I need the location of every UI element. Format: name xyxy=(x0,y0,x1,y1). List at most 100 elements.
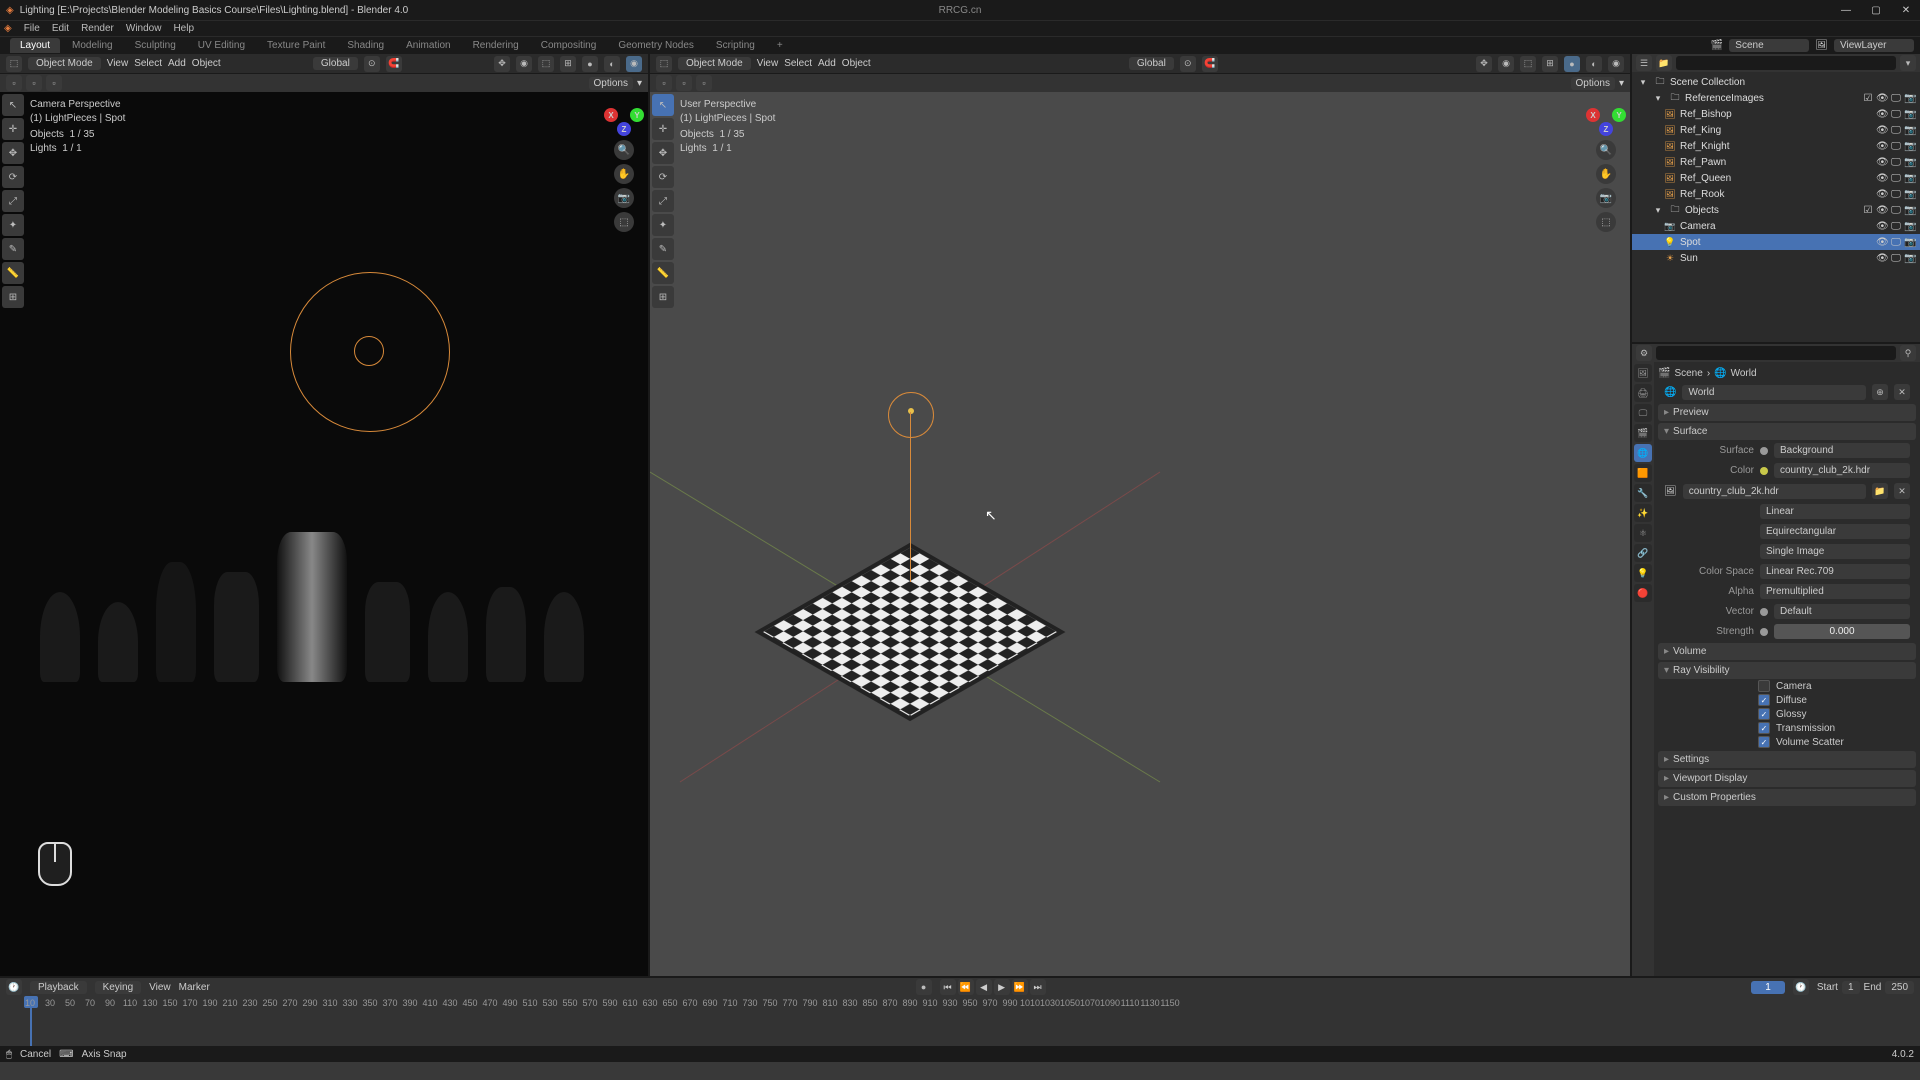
interpolation-select[interactable]: Linear xyxy=(1760,504,1910,519)
nav-gizmo[interactable]: X Y Z xyxy=(604,96,644,136)
menu-help[interactable]: Help xyxy=(173,23,194,34)
persp-icon[interactable]: ⬚ xyxy=(1596,212,1616,232)
new-icon[interactable]: ⊕ xyxy=(1872,384,1888,400)
camera-view-icon[interactable]: 📷 xyxy=(614,188,634,208)
physics-tab-icon[interactable]: ⚛ xyxy=(1634,524,1652,542)
ray-diffuse-check[interactable]: ✓ xyxy=(1758,694,1770,706)
menu-edit[interactable]: Edit xyxy=(52,23,69,34)
tree-row[interactable]: ☀Sun👁🖵📷 xyxy=(1632,250,1920,266)
select-mode-icon[interactable]: ▫ xyxy=(6,75,22,91)
tree-row[interactable]: ▾🗀ReferenceImages☑👁🖵📷 xyxy=(1632,90,1920,106)
viewport-left[interactable]: ↖ ✛ ✥ ⟳ ⤢ ✦ ✎ 📏 ⊞ Camera Perspective (1)… xyxy=(0,92,648,976)
play-reverse-icon[interactable]: ◀ xyxy=(976,979,992,995)
shading-solid-icon[interactable]: ● xyxy=(1564,56,1580,72)
menu-render[interactable]: Render xyxy=(81,23,114,34)
tab-scripting[interactable]: Scripting xyxy=(706,38,765,53)
vp-menu-select[interactable]: Select xyxy=(134,58,162,69)
panel-custom[interactable]: ▸Custom Properties xyxy=(1658,789,1916,806)
pan-icon[interactable]: ✋ xyxy=(614,164,634,184)
panel-settings[interactable]: ▸Settings xyxy=(1658,751,1916,768)
tab-sculpting[interactable]: Sculpting xyxy=(125,38,186,53)
tree-row[interactable]: 🖼Ref_Queen👁🖵📷 xyxy=(1632,170,1920,186)
scene-name[interactable]: Scene xyxy=(1729,39,1809,52)
gizmo-icon[interactable]: ✥ xyxy=(1476,56,1492,72)
colorspace-select[interactable]: Linear Rec.709 xyxy=(1760,564,1910,579)
vp-menu-view[interactable]: View xyxy=(107,58,129,69)
modifier-tab-icon[interactable]: 🔧 xyxy=(1634,484,1652,502)
ray-camera-check[interactable] xyxy=(1758,680,1770,692)
tab-add[interactable]: + xyxy=(767,38,793,53)
orientation-select[interactable]: Global xyxy=(1129,57,1174,70)
ray-transmission-check[interactable]: ✓ xyxy=(1758,722,1770,734)
unlink-icon[interactable]: ✕ xyxy=(1894,384,1910,400)
select-mode-icon[interactable]: ▫ xyxy=(26,75,42,91)
tab-geonodes[interactable]: Geometry Nodes xyxy=(608,38,704,53)
tab-rendering[interactable]: Rendering xyxy=(463,38,529,53)
tree-row[interactable]: 🖼Ref_Pawn👁🖵📷 xyxy=(1632,154,1920,170)
tree-row[interactable]: ▾🗀 Scene Collection xyxy=(1632,74,1920,90)
outliner-display-icon[interactable]: 📁 xyxy=(1656,55,1672,71)
tree-row[interactable]: 🖼Ref_King👁🖵📷 xyxy=(1632,122,1920,138)
persp-icon[interactable]: ⬚ xyxy=(614,212,634,232)
snap-icon[interactable]: 🧲 xyxy=(386,56,402,72)
shading-wire-icon[interactable]: ⊞ xyxy=(1542,56,1558,72)
viewlayer-name[interactable]: ViewLayer xyxy=(1834,39,1914,52)
spot-light-gizmo[interactable] xyxy=(888,392,934,438)
preview-range-icon[interactable]: 🕐 xyxy=(1793,979,1809,995)
vp-menu-object[interactable]: Object xyxy=(842,58,871,69)
panel-surface[interactable]: ▾Surface xyxy=(1658,423,1916,440)
panel-vpdisplay[interactable]: ▸Viewport Display xyxy=(1658,770,1916,787)
mode-select[interactable]: Object Mode xyxy=(28,57,101,70)
overlays-icon[interactable]: ◉ xyxy=(1498,56,1514,72)
tab-shading[interactable]: Shading xyxy=(337,38,394,53)
constraint-tab-icon[interactable]: 🔗 xyxy=(1634,544,1652,562)
surface-shader[interactable]: Background xyxy=(1774,443,1910,458)
open-icon[interactable]: 📁 xyxy=(1872,483,1888,499)
tree-row[interactable]: 📷Camera👁🖵📷 xyxy=(1632,218,1920,234)
outliner-mode-icon[interactable]: ☰ xyxy=(1636,55,1652,71)
tab-uvediting[interactable]: UV Editing xyxy=(188,38,255,53)
annotate-tool[interactable]: ✎ xyxy=(2,238,24,260)
color-texture[interactable]: country_club_2k.hdr xyxy=(1774,463,1910,478)
jump-end-icon[interactable]: ⏭ xyxy=(1030,979,1046,995)
outliner-tree[interactable]: ▾🗀 Scene Collection ▾🗀ReferenceImages☑👁🖵… xyxy=(1632,72,1920,342)
panel-ray[interactable]: ▾Ray Visibility xyxy=(1658,662,1916,679)
tab-texturepaint[interactable]: Texture Paint xyxy=(257,38,335,53)
panel-volume[interactable]: ▸Volume xyxy=(1658,643,1916,660)
editor-type-icon[interactable]: ⬚ xyxy=(656,56,672,72)
options-dropdown[interactable]: Options xyxy=(1571,77,1615,90)
keyframe-prev-icon[interactable]: ⏪ xyxy=(958,979,974,995)
camera-view-icon[interactable]: 📷 xyxy=(1596,188,1616,208)
mode-select[interactable]: Object Mode xyxy=(678,57,751,70)
zoom-icon[interactable]: 🔍 xyxy=(614,140,634,160)
xray-icon[interactable]: ⬚ xyxy=(538,56,554,72)
minimize-button[interactable]: — xyxy=(1838,5,1854,16)
tree-row[interactable]: 🖼Ref_Bishop👁🖵📷 xyxy=(1632,106,1920,122)
timeline-ruler[interactable]: 1030507090110130150170190210230250270290… xyxy=(0,996,1920,1046)
light-point[interactable] xyxy=(908,408,914,414)
vp-menu-view[interactable]: View xyxy=(757,58,779,69)
tl-menu-keying[interactable]: Keying xyxy=(95,981,142,994)
data-tab-icon[interactable]: 💡 xyxy=(1634,564,1652,582)
shading-matprev-icon[interactable]: ◐ xyxy=(604,56,620,72)
projection-select[interactable]: Equirectangular xyxy=(1760,524,1910,539)
gizmo-icon[interactable]: ✥ xyxy=(494,56,510,72)
current-frame[interactable]: 1 xyxy=(1751,981,1785,994)
tl-menu-playback[interactable]: Playback xyxy=(30,981,87,994)
measure-tool[interactable]: 📏 xyxy=(2,262,24,284)
shading-matprev-icon[interactable]: ◐ xyxy=(1586,56,1602,72)
filter-icon[interactable]: ▾ xyxy=(1900,55,1916,71)
viewport-right[interactable]: ↖ ✛ ✥ ⟳ ⤢ ✦ ✎ 📏 ⊞ User Perspective (1) L… xyxy=(650,92,1630,976)
ray-glossy-check[interactable]: ✓ xyxy=(1758,708,1770,720)
select-mode-icon[interactable]: ▫ xyxy=(676,75,692,91)
outliner-search[interactable] xyxy=(1676,56,1896,70)
pivot-icon[interactable]: ⊙ xyxy=(364,56,380,72)
panel-preview[interactable]: ▸Preview xyxy=(1658,404,1916,421)
options-dropdown[interactable]: Options xyxy=(589,77,633,90)
tab-compositing[interactable]: Compositing xyxy=(531,38,607,53)
extension-select[interactable]: Single Image xyxy=(1760,544,1910,559)
vp-menu-select[interactable]: Select xyxy=(784,58,812,69)
image-datablock[interactable]: country_club_2k.hdr xyxy=(1683,484,1866,499)
tree-row-selected[interactable]: 💡Spot👁🖵📷 xyxy=(1632,234,1920,250)
tree-row[interactable]: 🖼Ref_Knight👁🖵📷 xyxy=(1632,138,1920,154)
